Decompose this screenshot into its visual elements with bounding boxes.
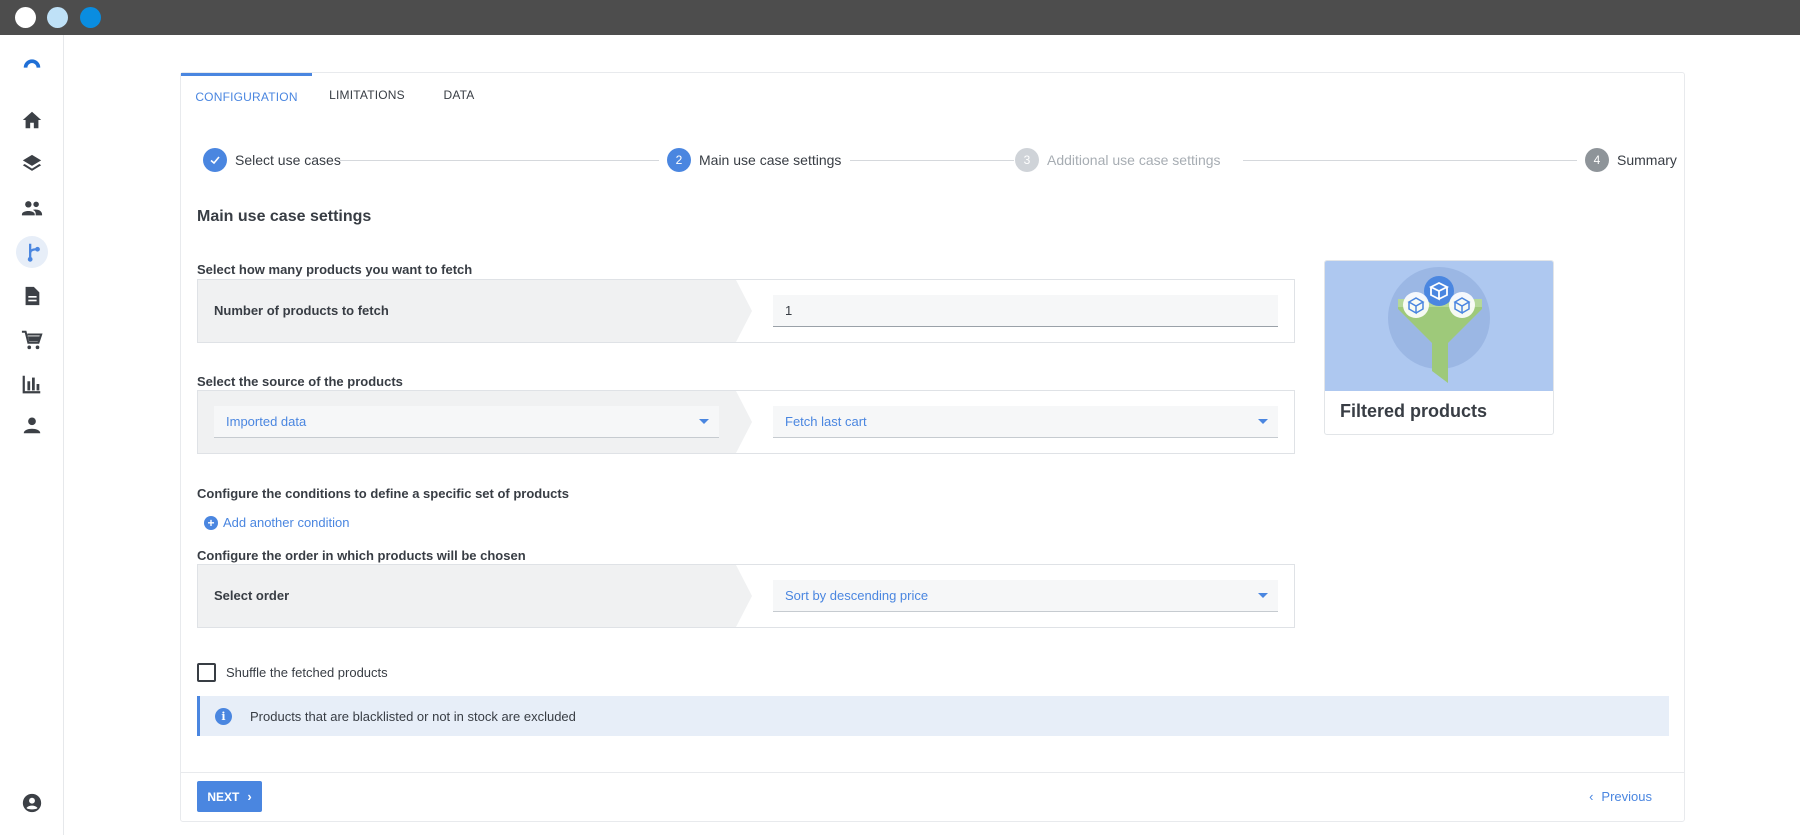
window-titlebar: [0, 0, 1800, 35]
step-label: Select use cases: [235, 152, 341, 168]
cart-icon[interactable]: [16, 324, 48, 356]
step-number: 4: [1585, 148, 1609, 172]
source-label: Select the source of the products: [197, 374, 403, 389]
select-order-label: Select order: [214, 588, 290, 603]
order-row: Select order Sort by descending price: [197, 564, 1295, 628]
document-icon[interactable]: [16, 280, 48, 312]
next-button[interactable]: NEXT ›: [197, 781, 262, 812]
filter-funnel-icon: [1325, 261, 1553, 391]
layers-icon[interactable]: [16, 148, 48, 180]
previous-label: Previous: [1601, 789, 1652, 804]
row-chevron: [736, 565, 752, 627]
step-additional-settings[interactable]: 3 Additional use case settings: [1015, 145, 1221, 175]
add-condition-button[interactable]: + Add another condition: [204, 515, 349, 530]
info-banner: i Products that are blacklisted or not i…: [197, 696, 1669, 736]
row-label-panel: Number of products to fetch: [198, 280, 736, 342]
chevron-down-icon: [699, 419, 709, 424]
number-of-products-label: Number of products to fetch: [214, 303, 389, 318]
step-label: Additional use case settings: [1047, 152, 1221, 168]
chevron-left-icon: ‹: [1589, 789, 1594, 804]
fetch-count-row: Number of products to fetch 1: [197, 279, 1295, 343]
info-text: Products that are blacklisted or not in …: [250, 708, 576, 724]
step-connector: [850, 160, 1014, 161]
home-icon[interactable]: [16, 104, 48, 136]
person-icon[interactable]: [16, 409, 48, 441]
previous-button[interactable]: ‹ Previous: [1589, 789, 1652, 804]
shuffle-checkbox[interactable]: [197, 663, 216, 682]
add-condition-label: Add another condition: [223, 515, 350, 530]
next-label: NEXT: [207, 789, 240, 804]
row-chevron: [736, 391, 752, 453]
stepper: Select use cases 2 Main use case setting…: [203, 145, 1677, 175]
people-icon[interactable]: [16, 192, 48, 224]
order-label: Configure the order in which products wi…: [197, 548, 526, 563]
tab-configuration[interactable]: CONFIGURATION: [181, 73, 312, 117]
order-select[interactable]: Sort by descending price: [773, 580, 1278, 612]
filtered-products-title: Filtered products: [1340, 401, 1488, 421]
sidebar: [0, 35, 64, 835]
logo-icon[interactable]: [16, 47, 48, 79]
tab-data[interactable]: DATA: [439, 73, 479, 117]
step-connector: [340, 160, 659, 161]
row-label-panel: Imported data: [198, 391, 736, 453]
account-icon[interactable]: [16, 787, 48, 819]
window-close-dot[interactable]: [15, 7, 36, 28]
check-icon: [203, 148, 227, 172]
source-row: Imported data Fetch last cart: [197, 390, 1295, 454]
shuffle-option[interactable]: Shuffle the fetched products: [197, 663, 388, 682]
chart-icon[interactable]: [16, 368, 48, 400]
info-icon: i: [215, 707, 232, 725]
step-label: Summary: [1617, 152, 1677, 168]
chevron-down-icon: [1258, 419, 1268, 424]
shuffle-label: Shuffle the fetched products: [226, 665, 388, 680]
fetch-mode-value: Fetch last cart: [785, 414, 867, 429]
fetch-mode-select[interactable]: Fetch last cart: [773, 406, 1278, 438]
step-number: 3: [1015, 148, 1039, 172]
step-summary[interactable]: 4 Summary: [1585, 145, 1677, 175]
plus-icon: +: [204, 515, 218, 530]
row-label-panel: Select order: [198, 565, 736, 627]
section-title: Main use case settings: [197, 208, 372, 225]
chevron-right-icon: ›: [247, 789, 252, 804]
chevron-down-icon: [1258, 593, 1268, 598]
tab-bar: CONFIGURATION LIMITATIONS DATA: [181, 73, 1684, 117]
step-main-settings[interactable]: 2 Main use case settings: [667, 145, 841, 175]
window-maximize-dot[interactable]: [80, 7, 101, 28]
order-select-value: Sort by descending price: [785, 588, 929, 603]
fetch-count-label: Select how many products you want to fet…: [197, 262, 473, 277]
footer-divider: [181, 772, 1684, 773]
flow-icon[interactable]: [16, 236, 48, 268]
source-select[interactable]: Imported data: [214, 406, 719, 438]
window-minimize-dot[interactable]: [47, 7, 68, 28]
source-select-value: Imported data: [226, 414, 307, 429]
step-select-use-cases[interactable]: Select use cases: [203, 145, 341, 175]
step-number: 2: [667, 148, 691, 172]
step-label: Main use case settings: [699, 152, 842, 168]
filtered-products-card: Filtered products: [1324, 260, 1554, 435]
tab-limitations[interactable]: LIMITATIONS: [327, 73, 407, 117]
configuration-card: CONFIGURATION LIMITATIONS DATA Select us…: [180, 72, 1685, 822]
conditions-label: Configure the conditions to define a spe…: [197, 486, 569, 501]
row-chevron: [736, 280, 752, 342]
number-of-products-input[interactable]: 1: [773, 295, 1278, 327]
step-connector: [1243, 160, 1577, 161]
